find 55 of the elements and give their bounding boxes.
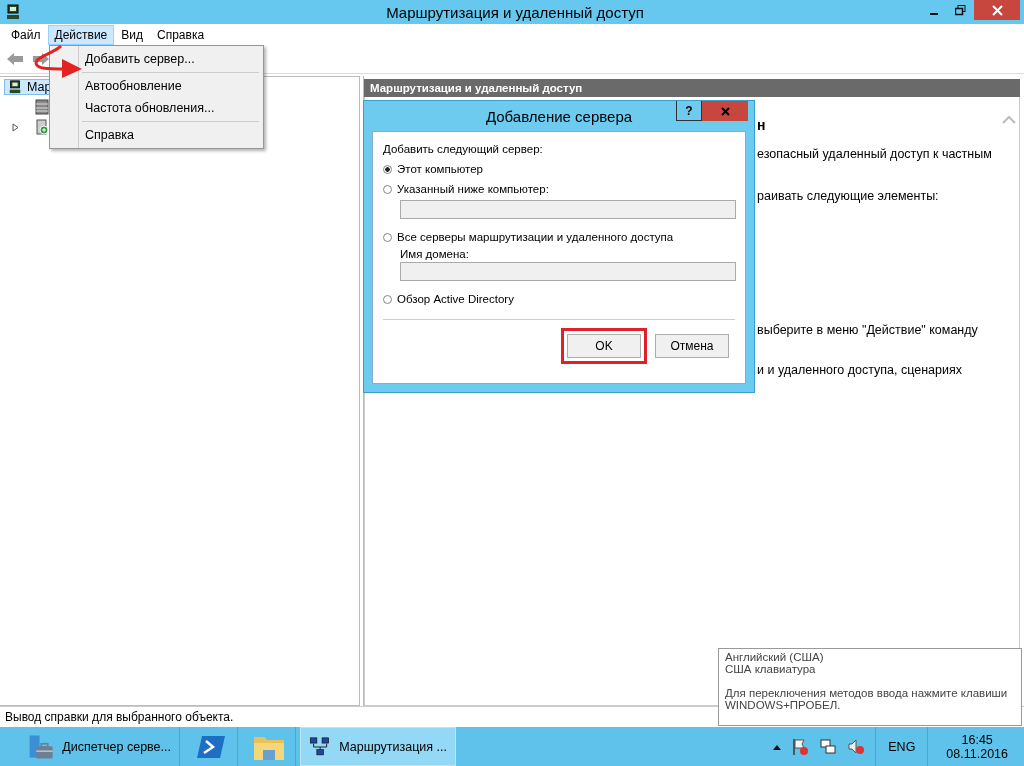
menu-item[interactable]: Файл xyxy=(4,24,48,45)
taskbar-button[interactable]: Маршрутизация ... xyxy=(300,727,456,766)
clock-time[interactable]: 16:45 xyxy=(961,732,993,747)
radio-button[interactable] xyxy=(383,184,392,194)
close-button[interactable] xyxy=(702,101,748,121)
close-icon xyxy=(991,4,1003,16)
option-label: Обзор Active Directory xyxy=(397,293,514,305)
server-icon[interactable] xyxy=(34,119,50,135)
menu-item[interactable]: Справка xyxy=(150,24,212,45)
section-heading: н xyxy=(757,117,766,133)
clock-date[interactable]: 08.11.2016 xyxy=(946,746,1008,761)
dialog-title: Добавление сервера xyxy=(485,107,633,125)
window-title: Маршрутизация и удаленный доступ xyxy=(386,3,644,21)
back-icon[interactable] xyxy=(6,52,24,66)
minimize-icon xyxy=(929,13,938,15)
forward-icon[interactable] xyxy=(32,52,50,66)
menu-item[interactable]: Вид xyxy=(114,24,150,45)
status-text: Вывод справки для выбранного объекта. xyxy=(5,710,234,724)
pane-header: Маршрутизация и удаленный доступ xyxy=(364,79,1020,97)
option-label: Указанный ниже компьютер: xyxy=(397,183,549,195)
terminal-icon xyxy=(195,734,226,759)
app-icon xyxy=(6,4,20,20)
taskbar-button[interactable]: Диспетчер серве... xyxy=(20,727,180,766)
option-label: Этот компьютер xyxy=(397,163,483,175)
menu-option[interactable]: Справка xyxy=(52,124,261,146)
server-stack-icon[interactable] xyxy=(34,99,50,115)
tooltip-text: Английский (США) xyxy=(725,651,825,663)
dialog-button[interactable]: OK xyxy=(567,334,641,358)
prompt-label: Добавить следующий сервер: xyxy=(383,143,543,155)
show-hidden-icons-icon[interactable] xyxy=(773,743,782,750)
network-icon[interactable] xyxy=(819,737,838,756)
speaker-muted-icon[interactable] xyxy=(847,737,866,756)
tooltip-text: США клавиатура xyxy=(725,663,817,675)
radio-button[interactable] xyxy=(383,294,392,304)
menu-option[interactable]: Добавить сервер... xyxy=(52,48,261,70)
body-text: выберите в меню "Действие" команду xyxy=(757,323,978,337)
dialog-button[interactable]: Отмена xyxy=(655,334,729,358)
close-button[interactable] xyxy=(974,0,1020,20)
radio-button[interactable] xyxy=(383,232,392,242)
radio-button[interactable] xyxy=(383,164,392,174)
body-text: раивать следующие элементы: xyxy=(757,189,939,203)
body-text: езопасный удаленный доступ к частным xyxy=(757,147,992,161)
option-label: Все серверы маршрутизации и удаленного доступа xyxy=(397,231,674,243)
menu-option[interactable]: Частота обновления... xyxy=(52,97,261,119)
close-icon xyxy=(720,106,730,116)
body-text: и и удаленного доступа, сценариях xyxy=(757,363,962,377)
tooltip-hint: Для переключения методов ввода нажмите клавиши WINDOWS+ПРОБЕЛ. xyxy=(725,687,1009,711)
language-indicator[interactable]: ENG xyxy=(875,727,929,766)
computer-icon xyxy=(8,80,22,94)
menu-item[interactable]: Действие xyxy=(47,24,115,45)
flag-icon[interactable] xyxy=(791,737,810,756)
expand-icon[interactable] xyxy=(12,122,21,132)
restore-icon xyxy=(955,4,966,16)
field-label: Имя домена: xyxy=(400,248,469,260)
help-button[interactable]: ? xyxy=(676,101,702,121)
